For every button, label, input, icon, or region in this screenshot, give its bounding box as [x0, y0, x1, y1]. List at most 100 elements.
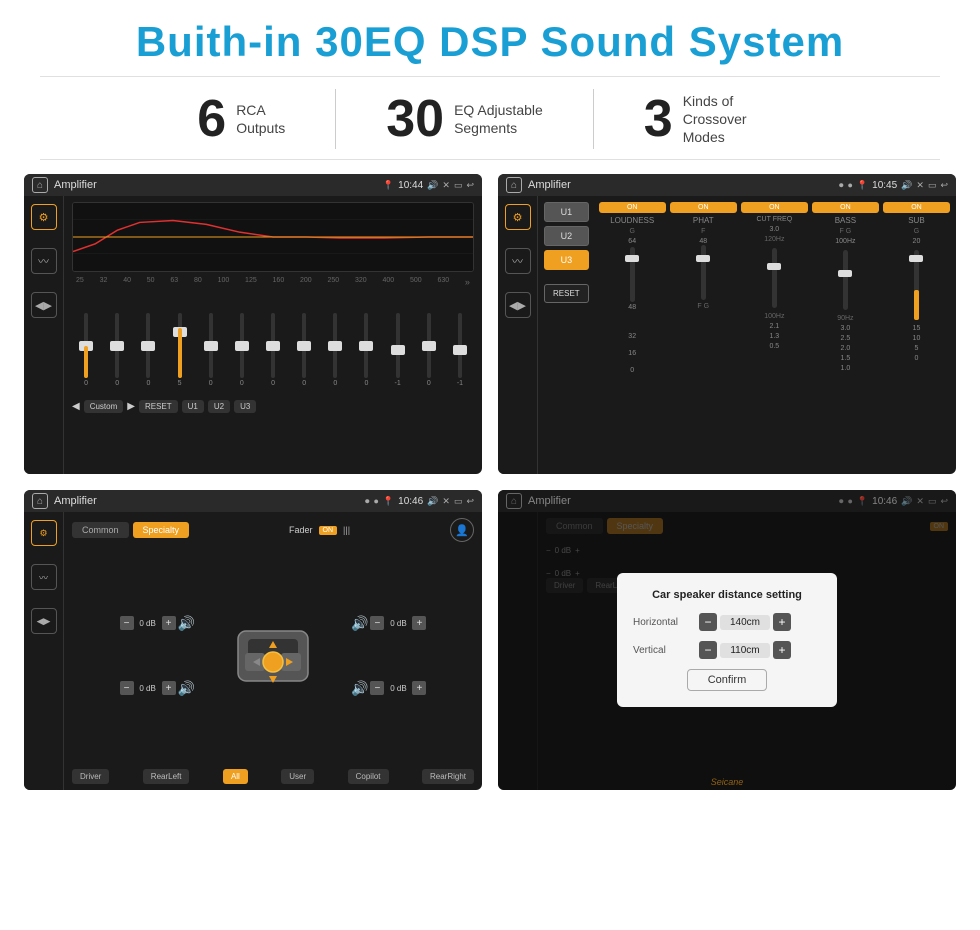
eq-slider-1[interactable]: 0	[72, 313, 100, 387]
fader-sidebar-icon-1[interactable]: ⚙	[31, 520, 57, 546]
fader-rec-icon: ⏺	[365, 496, 370, 507]
dialog-title: Car speaker distance setting	[633, 589, 821, 601]
bass-slider[interactable]	[843, 250, 848, 310]
crossover-close-icon[interactable]: ✕	[916, 180, 924, 191]
eq-slider-12[interactable]: 0	[415, 313, 443, 387]
fader-tr-minus[interactable]: −	[370, 616, 384, 630]
fader-tl-plus[interactable]: +	[162, 616, 176, 630]
cutfreq-on-btn[interactable]: ON	[741, 202, 808, 213]
phat-on-btn[interactable]: ON	[670, 202, 737, 213]
eq-slider-6[interactable]: 0	[228, 313, 256, 387]
back-icon[interactable]: ↩	[466, 180, 474, 191]
eq-u3-btn[interactable]: U3	[234, 400, 256, 413]
crossover-main: U1 U2 U3 RESET ON LOUDNESS G 64	[538, 196, 956, 474]
eq-u1-btn[interactable]: U1	[182, 400, 204, 413]
eq-main: 25 32 40 50 63 80 100 125 160 200 250 32…	[64, 196, 482, 474]
fader-location-icon: 📍	[383, 496, 394, 507]
rearleft-btn[interactable]: RearLeft	[143, 769, 190, 784]
horizontal-minus-btn[interactable]: −	[699, 613, 717, 631]
fader-dot-icon: ●	[373, 496, 378, 506]
eq-slider-9[interactable]: 0	[321, 313, 349, 387]
eq-sidebar: ⚙ 〰 ◀▶	[24, 196, 64, 474]
eq-slider-11[interactable]: -1	[384, 313, 412, 387]
fader-screen-title: Amplifier	[54, 495, 359, 507]
fader-window-icon[interactable]: ▭	[454, 496, 463, 507]
vertical-plus-btn[interactable]: +	[773, 641, 791, 659]
eq-screen-title: Amplifier	[54, 179, 377, 191]
all-btn[interactable]: All	[223, 769, 248, 784]
fader-bl: − 0 dB + 🔊	[120, 680, 195, 697]
u2-preset-btn[interactable]: U2	[544, 226, 589, 246]
crossover-sidebar-icon-3[interactable]: ◀▶	[505, 292, 531, 318]
fader-sidebar-icon-3[interactable]: ◀▶	[31, 608, 57, 634]
eq-reset-btn[interactable]: RESET	[139, 400, 178, 413]
fader-tab-common[interactable]: Common	[72, 522, 129, 538]
fader-time: 10:46	[398, 496, 423, 507]
dialog-overlay: Car speaker distance setting Horizontal …	[498, 490, 956, 790]
eq-sidebar-icon-2[interactable]: 〰	[31, 248, 57, 274]
driver-btn[interactable]: Driver	[72, 769, 109, 784]
fader-screen-bar: Amplifier ⏺ ● 📍 10:46 🔊 ✕ ▭ ↩	[24, 490, 482, 512]
eq-slider-8[interactable]: 0	[290, 313, 318, 387]
fader-tab-specialty[interactable]: Specialty	[133, 522, 190, 538]
eq-chart	[72, 202, 474, 272]
user-btn[interactable]: User	[281, 769, 314, 784]
vertical-value: 110cm	[720, 643, 770, 658]
fader-br-plus[interactable]: +	[412, 681, 426, 695]
sub-on-btn[interactable]: ON	[883, 202, 950, 213]
copilot-btn[interactable]: Copilot	[348, 769, 389, 784]
fader-tl-icon: 🔊	[178, 615, 195, 632]
fader-bl-plus[interactable]: +	[162, 681, 176, 695]
fader-home-icon[interactable]	[32, 493, 48, 509]
window-icon[interactable]: ▭	[454, 180, 463, 191]
fader-tr-plus[interactable]: +	[412, 616, 426, 630]
crossover-home-icon[interactable]	[506, 177, 522, 193]
sub-slider[interactable]	[914, 250, 919, 320]
eq-slider-4[interactable]: 5	[165, 313, 193, 387]
crossover-window-icon[interactable]: ▭	[928, 180, 937, 191]
eq-next-btn[interactable]: ▶	[127, 401, 135, 412]
fader-bl-minus[interactable]: −	[120, 681, 134, 695]
cutfreq-slider[interactable]	[772, 248, 777, 308]
fader-profile-icon[interactable]: 👤	[450, 518, 474, 542]
bass-on-btn[interactable]: ON	[812, 202, 879, 213]
close-icon[interactable]: ✕	[442, 180, 450, 191]
home-icon[interactable]	[32, 177, 48, 193]
fader-back-icon[interactable]: ↩	[466, 496, 474, 507]
phat-slider-area[interactable]: 48	[699, 238, 707, 300]
fader-close-icon[interactable]: ✕	[442, 496, 450, 507]
sub-label: SUB	[908, 216, 924, 225]
crossover-sidebar-icon-2[interactable]: 〰	[505, 248, 531, 274]
eq-prev-btn[interactable]: ◀	[72, 401, 80, 412]
fader-sidebar-icon-2[interactable]: 〰	[31, 564, 57, 590]
horizontal-value: 140cm	[720, 615, 770, 630]
stat-rca: 6 RCAOutputs	[147, 93, 335, 145]
loudness-slider[interactable]: 64 48 32 16 0	[628, 238, 636, 374]
vertical-minus-btn[interactable]: −	[699, 641, 717, 659]
u3-preset-btn[interactable]: U3	[544, 250, 589, 270]
crossover-sidebar-icon-1[interactable]: ⚙	[505, 204, 531, 230]
eq-slider-7[interactable]: 0	[259, 313, 287, 387]
eq-slider-13[interactable]: -1	[446, 313, 474, 387]
loudness-on-btn[interactable]: ON	[599, 202, 666, 213]
eq-slider-10[interactable]: 0	[352, 313, 380, 387]
eq-custom-btn[interactable]: Custom	[84, 400, 124, 413]
eq-sidebar-icon-1[interactable]: ⚙	[31, 204, 57, 230]
fader-br-minus[interactable]: −	[370, 681, 384, 695]
horizontal-ctrl: − 140cm +	[699, 613, 791, 631]
fader-bottom-btns: Driver RearLeft All User Copilot RearRig…	[72, 769, 474, 784]
eq-slider-2[interactable]: 0	[103, 313, 131, 387]
eq-sidebar-icon-3[interactable]: ◀▶	[31, 292, 57, 318]
horizontal-plus-btn[interactable]: +	[773, 613, 791, 631]
crossover-screen-bar: Amplifier ⏺ ● 📍 10:45 🔊 ✕ ▭ ↩	[498, 174, 956, 196]
confirm-button[interactable]: Confirm	[687, 669, 767, 691]
u1-preset-btn[interactable]: U1	[544, 202, 589, 222]
dialog-box: Car speaker distance setting Horizontal …	[617, 573, 837, 707]
eq-u2-btn[interactable]: U2	[208, 400, 230, 413]
eq-slider-5[interactable]: 0	[197, 313, 225, 387]
fader-tl-minus[interactable]: −	[120, 616, 134, 630]
crossover-back-icon[interactable]: ↩	[940, 180, 948, 191]
rearright-btn[interactable]: RearRight	[422, 769, 474, 784]
crossover-reset-btn[interactable]: RESET	[544, 284, 589, 303]
eq-slider-3[interactable]: 0	[134, 313, 162, 387]
